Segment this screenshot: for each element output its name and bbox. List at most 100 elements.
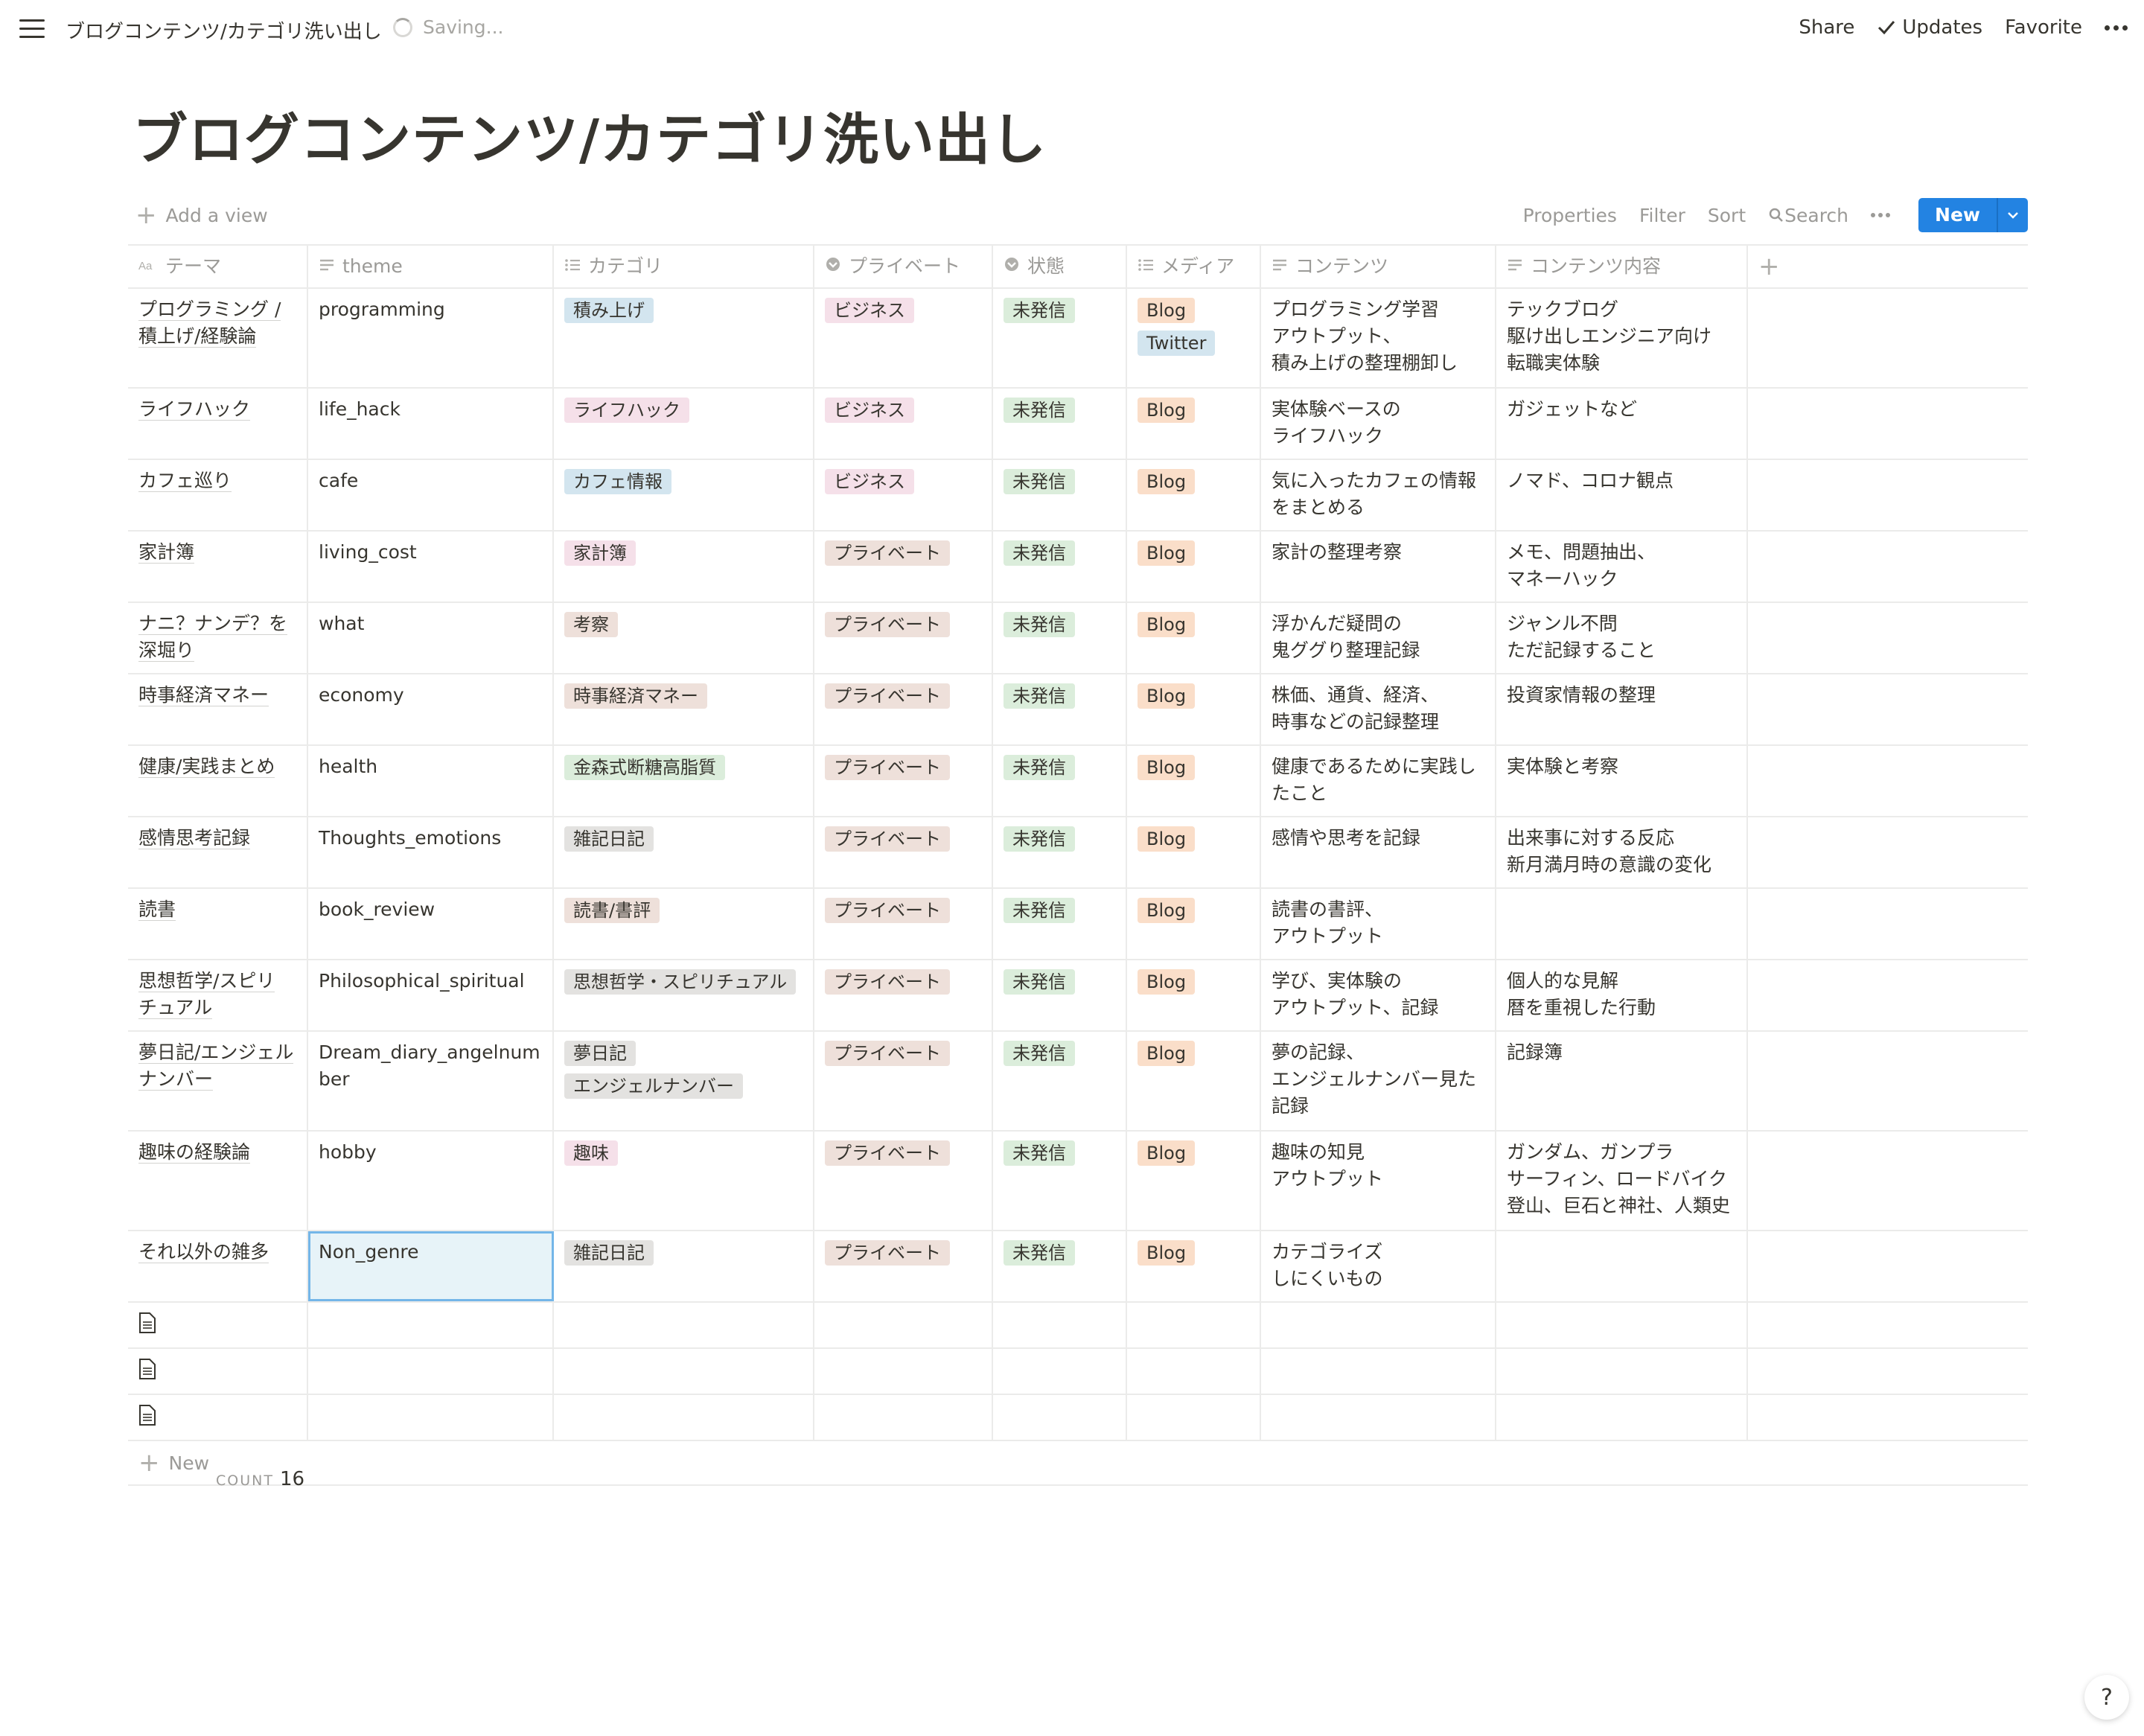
table-row[interactable]: 読書 book_review 読書/書評 プライベート 未発信 Blog 読書の書評、 アウト…	[128, 889, 2028, 960]
column-header-4[interactable]: プライベート	[814, 246, 993, 287]
title-cell[interactable]: 健康/実践まとめ	[128, 746, 308, 816]
updates-button[interactable]: Updates	[1877, 16, 1982, 39]
table-row[interactable]: 感情思考記録 Thoughts_emotions 雑記日記 プライベート 未発信 Blog…	[128, 817, 2028, 889]
media-cell[interactable]: Blog	[1127, 1132, 1261, 1230]
category-cell[interactable]: 趣味	[554, 1132, 814, 1230]
title-cell[interactable]: それ以外の雑多	[128, 1231, 308, 1301]
media-cell[interactable]: Blog	[1127, 1032, 1261, 1130]
title-line[interactable]: プログラミング /	[138, 299, 281, 321]
title-line[interactable]: 積上げ/経験論	[138, 325, 257, 348]
private-cell[interactable]: プライベート	[814, 603, 993, 673]
add-view-button[interactable]: + Add a view	[135, 202, 268, 228]
properties-button[interactable]: Properties	[1523, 205, 1617, 226]
title-cell[interactable]: プログラミング / 積上げ/経験論	[128, 289, 308, 387]
media-cell[interactable]: Blog	[1127, 460, 1261, 530]
media-cell[interactable]: Blog	[1127, 889, 1261, 959]
title-line[interactable]: 家計簿	[138, 541, 195, 564]
media-cell[interactable]: Blog	[1127, 960, 1261, 1030]
column-header-3[interactable]: カテゴリ	[554, 246, 814, 287]
breadcrumb[interactable]: ブログコンテンツ/カテゴリ洗い出し	[66, 16, 382, 44]
content-cell[interactable]: 気に入ったカフェの情報 をまとめる	[1261, 460, 1496, 530]
detail-cell[interactable]: テックブログ 駆け出しエンジニア向け 転職実体験	[1496, 289, 1748, 387]
category-cell[interactable]: 積み上げ	[554, 289, 814, 387]
theme-cell[interactable]: book_review	[308, 889, 554, 959]
title-line[interactable]: 深堀り	[138, 639, 195, 662]
title-line[interactable]: ナンバー	[138, 1068, 214, 1091]
content-cell[interactable]: 学び、実体験の アウトプット、記録	[1261, 960, 1496, 1030]
category-cell[interactable]: 雑記日記	[554, 817, 814, 887]
content-cell[interactable]: 家計の整理考察	[1261, 532, 1496, 601]
empty-row[interactable]	[128, 1395, 2028, 1441]
theme-cell[interactable]: life_hack	[308, 389, 554, 459]
chevron-down-icon[interactable]	[1997, 198, 2028, 232]
title-cell[interactable]: 時事経済マネー	[128, 674, 308, 744]
title-cell[interactable]: 読書	[128, 889, 308, 959]
detail-cell[interactable]: メモ、問題抽出、 マネーハック	[1496, 532, 1748, 601]
column-header-5[interactable]: 状態	[993, 246, 1127, 287]
title-cell[interactable]: 夢日記/エンジェル ナンバー	[128, 1032, 308, 1130]
theme-cell[interactable]: Philosophical_spiritual	[308, 960, 554, 1030]
title-cell[interactable]: 感情思考記録	[128, 817, 308, 887]
help-button[interactable]: ?	[2084, 1675, 2129, 1720]
title-line[interactable]: カフェ巡り	[138, 470, 232, 492]
detail-cell[interactable]: 記録簿	[1496, 1032, 1748, 1130]
column-header-2[interactable]: theme	[308, 246, 554, 287]
content-cell[interactable]: 実体験ベースの ライフハック	[1261, 389, 1496, 459]
category-cell[interactable]: 思想哲学・スピリチュアル	[554, 960, 814, 1030]
status-cell[interactable]: 未発信	[993, 674, 1127, 744]
private-cell[interactable]: プライベート	[814, 532, 993, 601]
status-cell[interactable]: 未発信	[993, 746, 1127, 816]
content-cell[interactable]: 浮かんだ疑問の 鬼ググり整理記録	[1261, 603, 1496, 673]
table-row[interactable]: それ以外の雑多 Non_genre 雑記日記 プライベート 未発信 Blog カテゴライズし…	[128, 1231, 2028, 1303]
status-cell[interactable]: 未発信	[993, 960, 1127, 1030]
search-button[interactable]: Search	[1768, 205, 1848, 226]
media-cell[interactable]: Blog	[1127, 532, 1261, 601]
media-cell[interactable]: Blog	[1127, 1231, 1261, 1301]
title-cell[interactable]: カフェ巡り	[128, 460, 308, 530]
category-cell[interactable]: 金森式断糖高脂質	[554, 746, 814, 816]
title-line[interactable]: 趣味の経験論	[138, 1141, 251, 1164]
detail-cell[interactable]: ジャンル不問 ただ記録すること	[1496, 603, 1748, 673]
title-cell[interactable]: 趣味の経験論	[128, 1132, 308, 1230]
private-cell[interactable]: プライベート	[814, 889, 993, 959]
table-row[interactable]: 夢日記/エンジェル ナンバー Dream_diary_angelnumber 夢日記エ…	[128, 1032, 2028, 1132]
title-line[interactable]: ナニ？ナンデ？を	[138, 613, 288, 635]
table-row[interactable]: 健康/実践まとめ health 金森式断糖高脂質 プライベート 未発信 Blog 健康である…	[128, 746, 2028, 817]
title-line[interactable]: 夢日記/エンジェル	[138, 1041, 294, 1064]
title-line[interactable]: ライフハック	[138, 398, 251, 421]
column-header-1[interactable]: Aa テーマ	[128, 246, 308, 287]
count-summary[interactable]: COUNT 16	[216, 1468, 304, 1490]
private-cell[interactable]: プライベート	[814, 1231, 993, 1301]
status-cell[interactable]: 未発信	[993, 603, 1127, 673]
sort-button[interactable]: Sort	[1708, 205, 1746, 226]
private-cell[interactable]: プライベート	[814, 960, 993, 1030]
theme-cell[interactable]: Thoughts_emotions	[308, 817, 554, 887]
media-cell[interactable]: Blog	[1127, 746, 1261, 816]
content-cell[interactable]: 趣味の知見 アウトプット	[1261, 1132, 1496, 1230]
content-cell[interactable]: 健康であるために実践し たこと	[1261, 746, 1496, 816]
table-row[interactable]: 思想哲学/スピリ チュアル Philosophical_spiritual 思想哲学・…	[128, 960, 2028, 1032]
title-cell[interactable]: ライフハック	[128, 389, 308, 459]
media-cell[interactable]: Blog	[1127, 389, 1261, 459]
content-cell[interactable]: プログラミング学習 アウトプット、 積み上げの整理棚卸し	[1261, 289, 1496, 387]
detail-cell[interactable]: ノマド、コロナ観点	[1496, 460, 1748, 530]
detail-cell[interactable]: 個人的な見解 暦を重視した行動	[1496, 960, 1748, 1030]
media-cell[interactable]: Blog	[1127, 603, 1261, 673]
theme-cell[interactable]: Dream_diary_angelnumber	[308, 1032, 554, 1130]
category-cell[interactable]: 考察	[554, 603, 814, 673]
table-row[interactable]: ナニ？ナンデ？を 深堀り what 考察 プライベート 未発信 Blog 浮かんだ疑問の 鬼ググ…	[128, 603, 2028, 674]
detail-cell[interactable]: ガジェットなど	[1496, 389, 1748, 459]
category-cell[interactable]: カフェ情報	[554, 460, 814, 530]
content-cell[interactable]: 株価、通貨、経済、 時事などの記録整理	[1261, 674, 1496, 744]
column-header-7[interactable]: コンテンツ	[1261, 246, 1496, 287]
more-options-icon[interactable]	[2105, 25, 2128, 31]
private-cell[interactable]: プライベート	[814, 746, 993, 816]
status-cell[interactable]: 未発信	[993, 289, 1127, 387]
category-cell[interactable]: 家計簿	[554, 532, 814, 601]
title-line[interactable]: それ以外の雑多	[138, 1241, 269, 1263]
empty-row[interactable]	[128, 1303, 2028, 1349]
title-line[interactable]: 感情思考記録	[138, 827, 251, 849]
content-cell[interactable]: 感情や思考を記録	[1261, 817, 1496, 887]
media-cell[interactable]: Blog	[1127, 674, 1261, 744]
private-cell[interactable]: プライベート	[814, 1032, 993, 1130]
